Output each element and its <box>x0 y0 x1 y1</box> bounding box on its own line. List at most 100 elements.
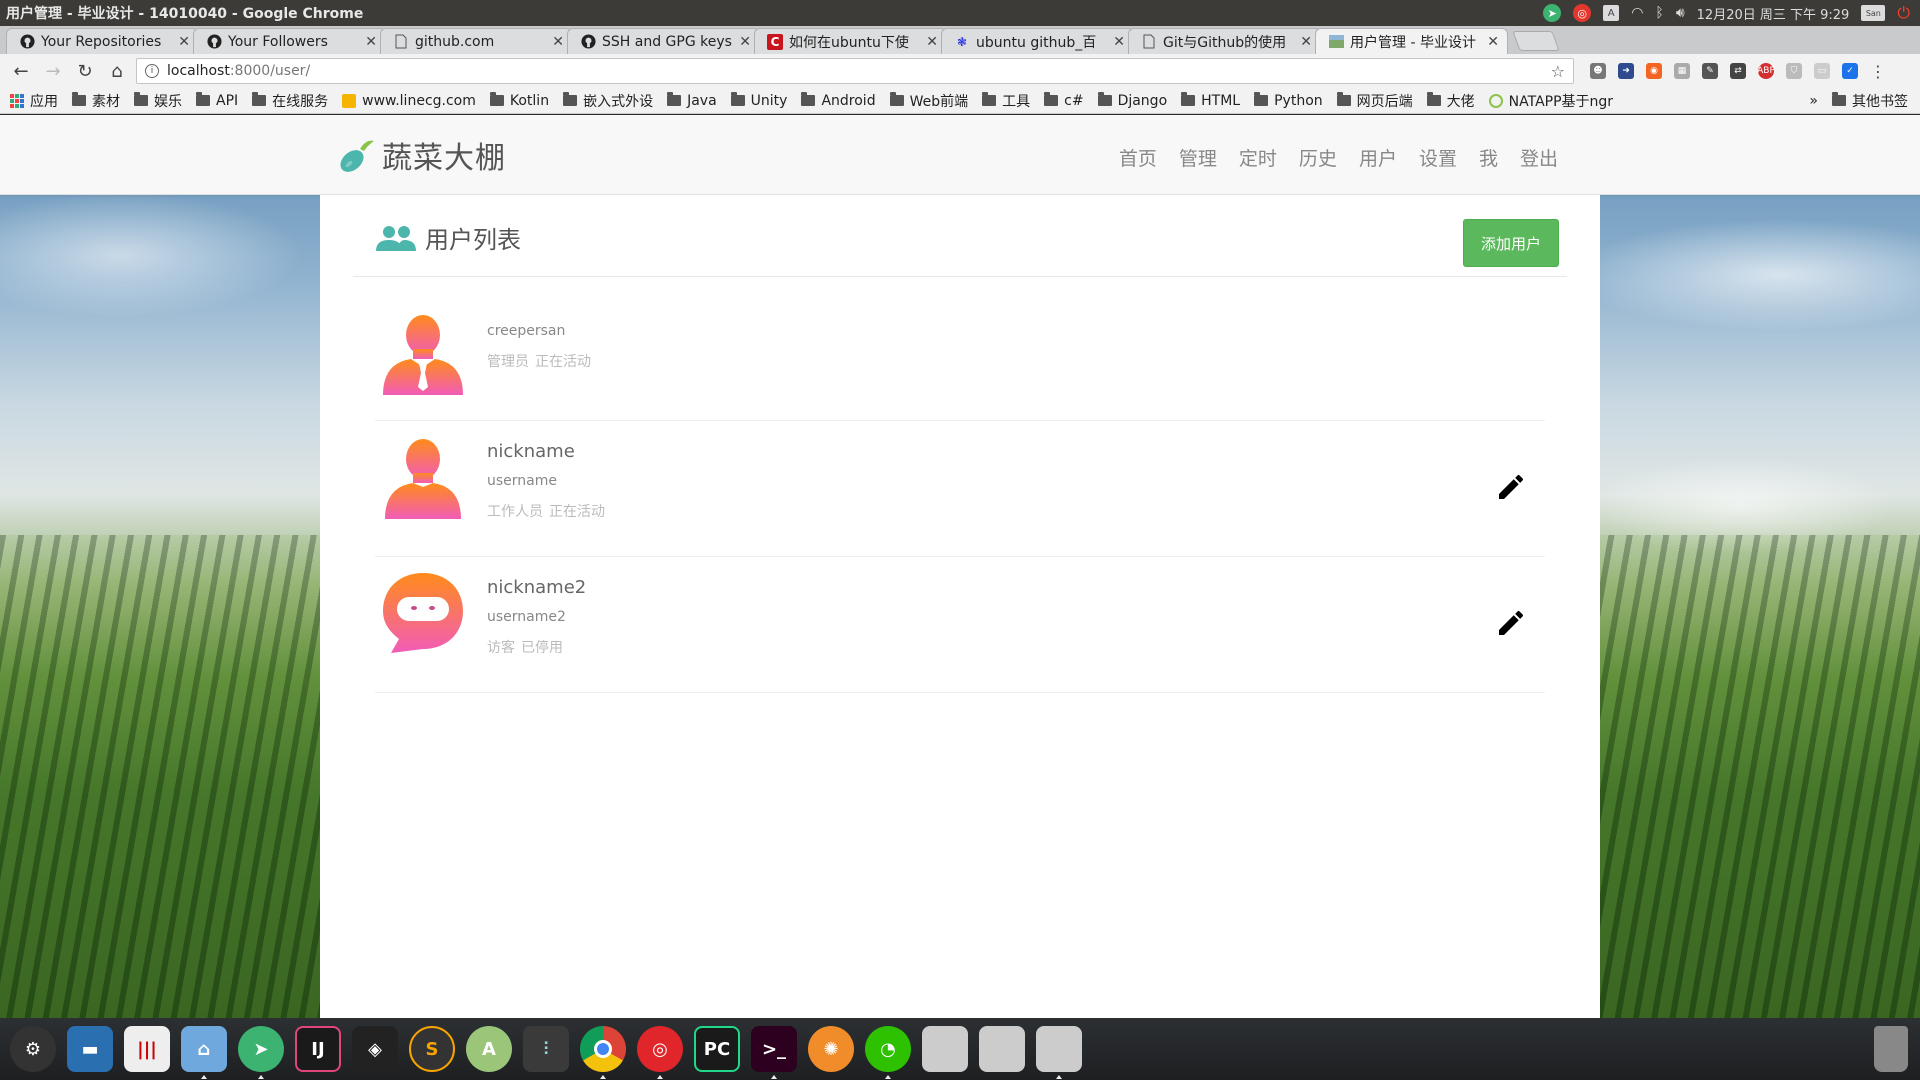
extension-icon[interactable]: ☻ <box>1590 63 1606 79</box>
bookmark-folder[interactable]: HTML <box>1181 92 1240 109</box>
bookmark-apps[interactable]: 应用 <box>10 91 58 111</box>
bookmark-folder[interactable]: Python <box>1254 92 1323 109</box>
close-icon[interactable]: ✕ <box>926 34 938 50</box>
tab-your-repositories[interactable]: Your Repositories ✕ <box>6 28 199 54</box>
bookmark-folder[interactable]: 网页后端 <box>1336 91 1413 111</box>
tab-github[interactable]: github.com ✕ <box>380 28 573 54</box>
system-settings-icon[interactable]: ⚙ <box>10 1026 56 1072</box>
extension-icon[interactable]: ➜ <box>1618 63 1634 79</box>
home-icon[interactable]: ⌂ <box>104 58 130 84</box>
nav-logout[interactable]: 登出 <box>1520 144 1558 171</box>
close-icon[interactable]: ✕ <box>178 34 190 50</box>
drive-icon[interactable] <box>922 1026 968 1072</box>
bookmark-folder[interactable]: Android <box>801 92 876 109</box>
address-url[interactable]: localhost:8000/user/ <box>167 63 310 79</box>
bookmark-folder[interactable]: API <box>196 92 238 109</box>
bookmark-folder[interactable]: Django <box>1097 92 1167 109</box>
nav-settings[interactable]: 设置 <box>1419 144 1457 171</box>
menu-icon[interactable]: ⋮ <box>1870 62 1886 81</box>
info-icon[interactable]: i <box>145 64 159 78</box>
adblock-icon[interactable]: ABP <box>1757 63 1775 79</box>
extension-icon[interactable]: ✓ <box>1842 63 1858 79</box>
telegram-icon[interactable]: ➤ <box>238 1026 284 1079</box>
list-item[interactable]: nickname username 工作人员 正在活动 <box>375 421 1545 557</box>
nav-manage[interactable]: 管理 <box>1179 144 1217 171</box>
list-item[interactable]: creepersan 管理员 正在活动 <box>375 277 1545 421</box>
nav-users[interactable]: 用户 <box>1359 144 1397 171</box>
close-icon[interactable]: ✕ <box>552 34 564 50</box>
sublime-icon[interactable]: S <box>409 1026 455 1072</box>
drive-icon[interactable] <box>979 1026 1025 1072</box>
unity-icon[interactable]: ◈ <box>352 1026 398 1072</box>
bookmark-folder[interactable]: 工具 <box>982 91 1030 111</box>
trash-icon[interactable] <box>1874 1026 1908 1072</box>
equalizer-icon[interactable]: ⫶ <box>523 1026 569 1072</box>
extension-icon[interactable]: ⇄ <box>1730 63 1746 79</box>
tab-git-github[interactable]: Git与Github的使用 ✕ <box>1128 28 1321 54</box>
close-icon[interactable]: ✕ <box>1300 34 1312 50</box>
volume-icon[interactable]: 🔊︎ <box>1676 5 1685 21</box>
edit-pencil-icon[interactable] <box>1495 471 1527 503</box>
eyedropper-icon[interactable]: ✎ <box>1702 63 1718 79</box>
user-badge[interactable]: San <box>1861 5 1886 21</box>
nav-schedule[interactable]: 定时 <box>1239 144 1277 171</box>
bookmarks-overflow-button[interactable]: » <box>1809 93 1818 109</box>
edit-pencil-icon[interactable] <box>1495 607 1527 639</box>
terminal-icon[interactable]: >_ <box>751 1026 797 1079</box>
extension-icon[interactable]: ◉ <box>1646 63 1662 79</box>
tab-user-management[interactable]: 用户管理 - 毕业设计 ✕ <box>1315 28 1508 54</box>
nav-me[interactable]: 我 <box>1479 144 1498 171</box>
reload-icon[interactable]: ↻ <box>72 58 98 84</box>
extension-icon[interactable]: ▭ <box>1814 63 1830 79</box>
nav-history[interactable]: 历史 <box>1299 144 1337 171</box>
forward-icon[interactable]: → <box>40 58 66 84</box>
netease-music-icon[interactable]: ◎ <box>637 1026 683 1079</box>
bookmark-natapp[interactable]: NATAPP基于ngr <box>1488 91 1613 111</box>
bluetooth-icon[interactable]: ᛒ <box>1655 5 1663 21</box>
input-method-icon[interactable]: A <box>1603 5 1620 21</box>
list-item[interactable]: nickname2 username2 访客 已停用 <box>375 557 1545 693</box>
nav-home[interactable]: 首页 <box>1119 144 1157 171</box>
telegram-tray-icon[interactable]: ➤ <box>1543 4 1562 22</box>
close-icon[interactable]: ✕ <box>1487 34 1499 50</box>
bookmark-folder[interactable]: Web前端 <box>889 91 968 111</box>
address-bar[interactable]: i localhost:8000/user/ ☆ <box>136 58 1574 84</box>
new-tab-button[interactable] <box>1512 31 1560 51</box>
wechat-icon[interactable]: ◔ <box>865 1026 911 1079</box>
netease-tray-icon[interactable]: ◎ <box>1573 4 1592 22</box>
home-folder-icon[interactable]: ⌂ <box>181 1026 227 1079</box>
tab-ssh-gpg-keys[interactable]: SSH and GPG keys ✕ <box>567 28 760 54</box>
bookmark-other[interactable]: 其他书签 <box>1832 91 1908 111</box>
intellij-icon[interactable]: IJ <box>295 1026 341 1072</box>
close-icon[interactable]: ✕ <box>1113 34 1125 50</box>
wifi-icon[interactable]: ◠ <box>1631 5 1643 21</box>
bookmark-folder[interactable]: 大佬 <box>1426 91 1475 111</box>
back-icon[interactable]: ← <box>8 58 34 84</box>
pycharm-icon[interactable]: PC <box>694 1026 740 1072</box>
bookmark-folder[interactable]: 娱乐 <box>134 91 182 111</box>
add-user-button[interactable]: 添加用户 <box>1463 219 1559 267</box>
close-icon[interactable]: ✕ <box>365 34 377 50</box>
tab-baidu[interactable]: ❃ ubuntu github_百 ✕ <box>941 28 1134 54</box>
power-icon[interactable]: ⏻ <box>1897 3 1910 23</box>
bookmark-folder[interactable]: Unity <box>730 92 787 109</box>
bookmark-star-icon[interactable]: ☆ <box>1551 62 1565 81</box>
bookmark-folder[interactable]: 嵌入式外设 <box>563 91 653 111</box>
extension-icon[interactable]: ▦ <box>1674 63 1690 79</box>
android-studio-icon[interactable]: A <box>466 1026 512 1072</box>
files-dark-icon[interactable]: ▬ <box>67 1026 113 1072</box>
shield-icon[interactable]: ⛉ <box>1786 63 1802 79</box>
drive-icon[interactable] <box>1036 1026 1082 1079</box>
close-icon[interactable]: ✕ <box>739 34 751 50</box>
bookmark-folder[interactable]: Java <box>667 92 717 109</box>
clock[interactable]: 12月20日 周三 下午 9:29 <box>1697 4 1850 23</box>
tab-your-followers[interactable]: Your Followers ✕ <box>193 28 386 54</box>
bookmark-folder[interactable]: 在线服务 <box>252 91 328 111</box>
bookmark-folder[interactable]: Kotlin <box>489 92 549 109</box>
site-brand[interactable]: 蔬菜大棚 <box>336 133 506 177</box>
bookmark-folder[interactable]: c# <box>1044 92 1084 109</box>
chrome-icon[interactable] <box>580 1026 626 1079</box>
bookmark-site[interactable]: www.linecg.com <box>342 93 476 109</box>
tab-csdn[interactable]: C 如何在ubuntu下使 ✕ <box>754 28 947 54</box>
mixer-icon[interactable]: ||| <box>124 1026 170 1072</box>
